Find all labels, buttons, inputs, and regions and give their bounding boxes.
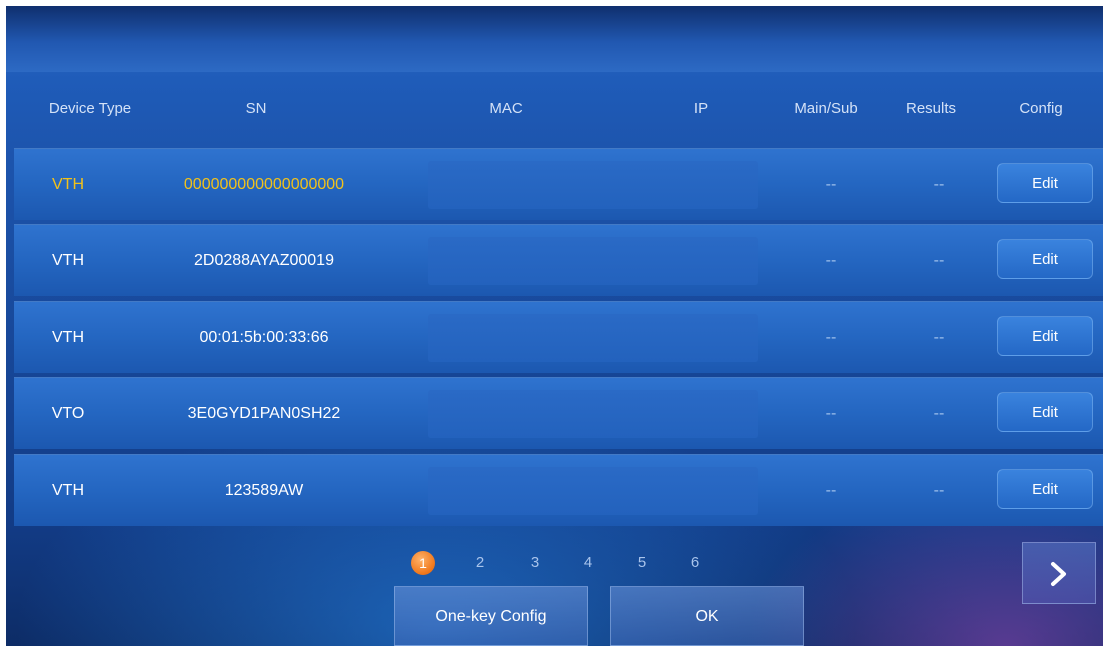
- next-page-button[interactable]: [1022, 542, 1096, 604]
- page-4[interactable]: 4: [576, 551, 600, 575]
- mac-ip-field: [428, 390, 758, 438]
- device-config-screen: Device Type SN MAC IP Main/Sub Results C…: [6, 6, 1103, 646]
- mac-ip-field: [428, 467, 758, 515]
- header-mac: MAC: [489, 100, 523, 117]
- header-results: Results: [905, 100, 957, 117]
- page-5[interactable]: 5: [630, 551, 654, 575]
- sn-cell: 3E0GYD1PAN0SH22: [187, 405, 341, 422]
- mac-ip-field: [428, 161, 758, 209]
- results-cell: --: [933, 482, 945, 499]
- page-1[interactable]: 1: [411, 551, 435, 575]
- results-cell: --: [933, 329, 945, 346]
- edit-button[interactable]: Edit: [997, 469, 1093, 509]
- table-row[interactable]: VTH 2D0288AYAZ00019 -- -- Edit: [14, 224, 1103, 296]
- main-sub-cell: --: [825, 176, 837, 193]
- main-sub-cell: --: [825, 252, 837, 269]
- edit-button[interactable]: Edit: [997, 239, 1093, 279]
- sn-cell: 00:01:5b:00:33:66: [199, 329, 329, 346]
- results-cell: --: [933, 176, 945, 193]
- results-cell: --: [933, 252, 945, 269]
- main-sub-cell: --: [825, 482, 837, 499]
- page-2[interactable]: 2: [468, 551, 492, 575]
- device-type-cell: VTH: [52, 176, 84, 193]
- top-bar: [6, 6, 1103, 72]
- mac-ip-field: [428, 314, 758, 362]
- edit-button[interactable]: Edit: [997, 163, 1093, 203]
- chevron-right-icon: [1048, 556, 1070, 589]
- edit-button[interactable]: Edit: [997, 392, 1093, 432]
- table-row[interactable]: VTH 123589AW -- -- Edit: [14, 454, 1103, 526]
- table-row[interactable]: VTO 3E0GYD1PAN0SH22 -- -- Edit: [14, 377, 1103, 449]
- device-type-cell: VTO: [51, 405, 85, 422]
- mac-ip-field: [428, 237, 758, 285]
- device-type-cell: VTH: [52, 482, 84, 499]
- header-main-sub: Main/Sub: [794, 100, 858, 117]
- main-sub-cell: --: [825, 329, 837, 346]
- sn-cell: 2D0288AYAZ00019: [194, 252, 334, 269]
- header-device-type: Device Type: [48, 100, 132, 117]
- device-type-cell: VTH: [52, 329, 84, 346]
- table-row[interactable]: VTH 00:01:5b:00:33:66 -- -- Edit: [14, 301, 1103, 373]
- page-3[interactable]: 3: [523, 551, 547, 575]
- device-type-cell: VTH: [52, 252, 84, 269]
- ok-button[interactable]: OK: [610, 586, 804, 646]
- sn-cell: 123589AW: [224, 482, 304, 499]
- page-6[interactable]: 6: [683, 551, 707, 575]
- sn-cell: 000000000000000000: [183, 176, 345, 193]
- main-sub-cell: --: [825, 405, 837, 422]
- edit-button[interactable]: Edit: [997, 316, 1093, 356]
- header-ip: IP: [693, 100, 709, 117]
- header-config: Config: [1019, 100, 1063, 117]
- results-cell: --: [933, 405, 945, 422]
- header-sn: SN: [245, 100, 267, 117]
- table-row[interactable]: VTH 000000000000000000 -- -- Edit: [14, 148, 1103, 220]
- one-key-config-button[interactable]: One-key Config: [394, 586, 588, 646]
